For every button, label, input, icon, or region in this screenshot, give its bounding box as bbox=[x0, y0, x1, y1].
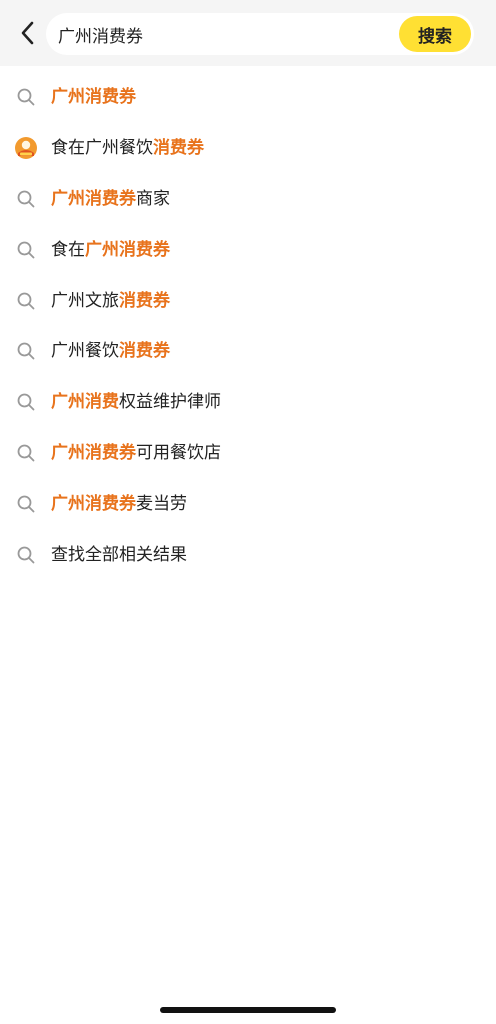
suggestion-text: 查找全部相关结果 bbox=[51, 543, 187, 567]
suggestion-match-text: 广州消费券 bbox=[51, 188, 136, 209]
search-icon bbox=[14, 492, 38, 516]
suggestion-item[interactable]: 广州消费券 bbox=[0, 72, 496, 123]
suggestion-rest-text: 广州餐饮 bbox=[51, 341, 119, 362]
suggestion-rest-text: 权益维护律师 bbox=[119, 392, 221, 413]
badge-avatar-icon bbox=[14, 136, 38, 160]
suggestion-item[interactable]: 广州餐饮消费券 bbox=[0, 326, 496, 377]
suggestion-rest-text: 麦当劳 bbox=[136, 493, 187, 514]
search-button[interactable]: 搜索 bbox=[399, 16, 471, 52]
suggestion-match-text: 广州消费券 bbox=[85, 239, 170, 260]
suggestion-item[interactable]: 食在广州消费券 bbox=[0, 224, 496, 275]
suggestion-text: 广州文旅消费券 bbox=[51, 289, 170, 313]
search-input[interactable] bbox=[58, 13, 388, 55]
suggestion-match-text: 消费券 bbox=[119, 341, 170, 362]
home-indicator bbox=[160, 1007, 336, 1013]
suggestion-item[interactable]: 广州文旅消费券 bbox=[0, 275, 496, 326]
search-icon bbox=[14, 289, 38, 313]
suggestion-text: 广州消费权益维护律师 bbox=[51, 390, 221, 414]
suggestion-text: 食在广州餐饮消费券 bbox=[51, 136, 204, 160]
chevron-left-icon bbox=[21, 21, 34, 45]
suggestion-item[interactable]: 查找全部相关结果 bbox=[0, 529, 496, 580]
search-icon bbox=[14, 85, 38, 109]
suggestion-match-text: 广州消费券 bbox=[51, 87, 136, 108]
suggestion-text: 食在广州消费券 bbox=[51, 238, 170, 262]
suggestion-item[interactable]: 广州消费权益维护律师 bbox=[0, 377, 496, 428]
suggestion-match-text: 广州消费 bbox=[51, 392, 119, 413]
suggestion-rest-text: 可用餐饮店 bbox=[136, 442, 221, 463]
suggestion-rest-text: 食在 bbox=[51, 239, 85, 260]
suggestion-match-text: 消费券 bbox=[119, 290, 170, 311]
suggestion-rest-text: 食在广州餐饮 bbox=[51, 138, 153, 159]
suggestion-item[interactable]: 食在广州餐饮消费券 bbox=[0, 123, 496, 174]
search-icon bbox=[14, 187, 38, 211]
search-icon bbox=[14, 543, 38, 567]
suggestion-text: 广州消费券 bbox=[51, 85, 136, 109]
suggestion-text: 广州消费券商家 bbox=[51, 187, 170, 211]
suggestion-text: 广州消费券麦当劳 bbox=[51, 492, 187, 516]
search-icon bbox=[14, 441, 38, 465]
search-header: 搜索 bbox=[0, 0, 496, 66]
suggestion-rest-text: 广州文旅 bbox=[51, 290, 119, 311]
suggestion-text: 广州餐饮消费券 bbox=[51, 339, 170, 363]
search-icon bbox=[14, 339, 38, 363]
search-box: 搜索 bbox=[46, 13, 474, 55]
suggestion-text: 广州消费券可用餐饮店 bbox=[51, 441, 221, 465]
suggestion-item[interactable]: 广州消费券商家 bbox=[0, 174, 496, 225]
search-icon bbox=[14, 238, 38, 262]
suggestion-item[interactable]: 广州消费券可用餐饮店 bbox=[0, 428, 496, 479]
suggestion-list: 广州消费券 食在广州餐饮消费券 广州消费券商家 食在广州消费券 广州文旅消费券 广州餐饮消… bbox=[0, 72, 496, 580]
suggestion-rest-text: 查找全部相关结果 bbox=[51, 544, 187, 565]
suggestion-match-text: 广州消费券 bbox=[51, 493, 136, 514]
search-icon bbox=[14, 390, 38, 414]
suggestion-match-text: 广州消费券 bbox=[51, 442, 136, 463]
suggestion-item[interactable]: 广州消费券麦当劳 bbox=[0, 478, 496, 529]
suggestion-match-text: 消费券 bbox=[153, 138, 204, 159]
back-button[interactable] bbox=[14, 18, 42, 48]
suggestion-rest-text: 商家 bbox=[136, 188, 170, 209]
